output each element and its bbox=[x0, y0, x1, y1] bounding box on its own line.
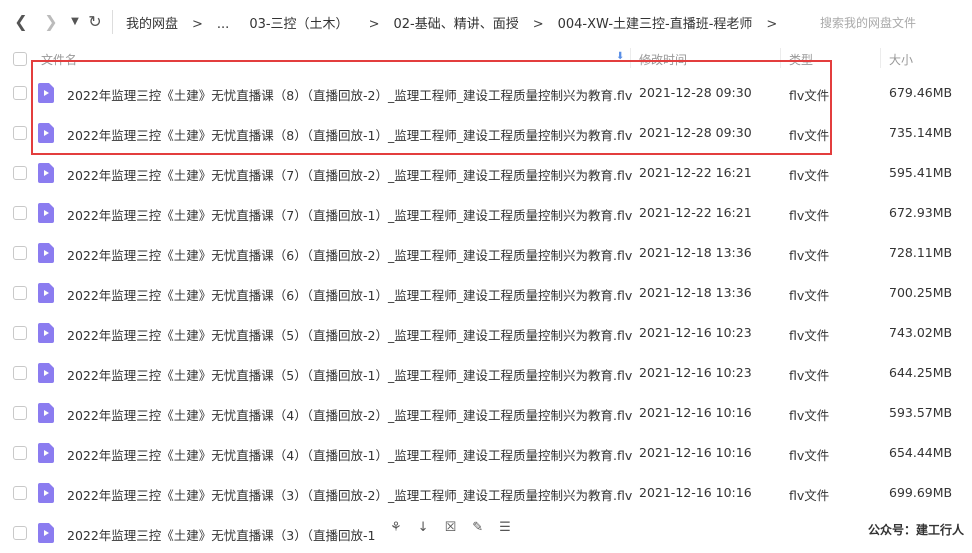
rename-icon[interactable]: ✎ bbox=[472, 520, 483, 536]
video-file-icon bbox=[38, 523, 54, 543]
row-checkbox[interactable] bbox=[13, 526, 27, 540]
table-row[interactable]: 2022年监理三控《土建》无忧直播课（7）（直播回放-2）_监理工程师_建设工程… bbox=[0, 153, 972, 193]
file-type: flv文件 bbox=[789, 208, 830, 223]
file-size: 644.25MB bbox=[889, 365, 953, 380]
video-file-icon bbox=[38, 243, 54, 263]
more-icon[interactable]: ☰ bbox=[499, 520, 511, 536]
file-modified-time: 2021-12-18 13:36 bbox=[639, 245, 752, 260]
breadcrumb-separator: > bbox=[766, 17, 778, 32]
file-size: 699.69MB bbox=[889, 485, 953, 500]
file-size: 735.14MB bbox=[889, 125, 953, 140]
navigation-bar: ❮ ❯ ▼ ↻ 我的网盘 >... 03-三控（土木） >02-基础、精讲、面授 >00… bbox=[0, 0, 972, 44]
file-name[interactable]: 2022年监理三控《土建》无忧直播课（3）（直播回放-1 bbox=[67, 525, 375, 544]
file-size: 679.46MB bbox=[889, 85, 953, 100]
table-row[interactable]: 2022年监理三控《土建》无忧直播课（4）（直播回放-2）_监理工程师_建设工程… bbox=[0, 393, 972, 433]
file-name[interactable]: 2022年监理三控《土建》无忧直播课（6）（直播回放-2）_监理工程师_建设工程… bbox=[67, 245, 632, 264]
file-modified-time: 2021-12-16 10:16 bbox=[639, 445, 752, 460]
file-modified-time: 2021-12-22 16:21 bbox=[639, 165, 752, 180]
history-dropdown-icon[interactable]: ▼ bbox=[64, 10, 86, 32]
refresh-icon[interactable]: ↻ bbox=[84, 10, 106, 32]
table-row[interactable]: 2022年监理三控《土建》无忧直播课（5）（直播回放-2）_监理工程师_建设工程… bbox=[0, 313, 972, 353]
table-row[interactable]: 2022年监理三控《土建》无忧直播课（5）（直播回放-1）_监理工程师_建设工程… bbox=[0, 353, 972, 393]
table-row[interactable]: 2022年监理三控《土建》无忧直播课（7）（直播回放-1）_监理工程师_建设工程… bbox=[0, 193, 972, 233]
file-type: flv文件 bbox=[789, 288, 830, 303]
watermark: 公众号：建工行人 bbox=[868, 523, 965, 537]
row-checkbox[interactable] bbox=[13, 446, 27, 460]
video-file-icon bbox=[38, 483, 54, 503]
forward-icon[interactable]: ❯ bbox=[40, 10, 62, 32]
file-name[interactable]: 2022年监理三控《土建》无忧直播课（5）（直播回放-2）_监理工程师_建设工程… bbox=[67, 325, 632, 344]
file-modified-time: 2021-12-18 13:36 bbox=[639, 285, 752, 300]
video-file-icon bbox=[38, 363, 54, 383]
search-input[interactable]: 搜索我的网盘文件 bbox=[820, 14, 916, 31]
file-type: flv文件 bbox=[789, 168, 830, 183]
file-type: flv文件 bbox=[789, 408, 830, 423]
file-type: flv文件 bbox=[789, 448, 830, 463]
column-divider bbox=[880, 48, 881, 68]
breadcrumb-item-1[interactable]: 03-三控（土木） bbox=[249, 17, 348, 32]
row-checkbox[interactable] bbox=[13, 206, 27, 220]
table-row[interactable]: 2022年监理三控《土建》无忧直播课（6）（直播回放-1）_监理工程师_建设工程… bbox=[0, 273, 972, 313]
breadcrumb-item-root[interactable]: 我的网盘 bbox=[126, 17, 178, 32]
hover-toolbar: ⚘ ↓ ☒ ✎ ☰ bbox=[390, 520, 511, 536]
table-row[interactable]: 2022年监理三控《土建》无忧直播课（6）（直播回放-2）_监理工程师_建设工程… bbox=[0, 233, 972, 273]
breadcrumb-separator: > bbox=[532, 17, 544, 32]
file-size: 743.02MB bbox=[889, 325, 953, 340]
file-modified-time: 2021-12-16 10:16 bbox=[639, 485, 752, 500]
video-file-icon bbox=[38, 323, 54, 343]
breadcrumb-separator: > bbox=[368, 17, 380, 32]
file-modified-time: 2021-12-16 10:23 bbox=[639, 365, 752, 380]
row-checkbox[interactable] bbox=[13, 366, 27, 380]
nav-divider bbox=[112, 10, 113, 34]
file-size: 654.44MB bbox=[889, 445, 953, 460]
breadcrumb-item-ellipsis[interactable]: ... bbox=[217, 17, 229, 32]
share-icon[interactable]: ⚘ bbox=[390, 520, 402, 536]
file-size: 728.11MB bbox=[889, 245, 953, 260]
row-checkbox[interactable] bbox=[13, 486, 27, 500]
file-type: flv文件 bbox=[789, 328, 830, 343]
file-name[interactable]: 2022年监理三控《土建》无忧直播课（4）（直播回放-1）_监理工程师_建设工程… bbox=[67, 445, 632, 464]
row-checkbox[interactable] bbox=[13, 406, 27, 420]
select-all-checkbox[interactable] bbox=[13, 52, 27, 66]
row-checkbox[interactable] bbox=[13, 246, 27, 260]
row-checkbox[interactable] bbox=[13, 286, 27, 300]
row-checkbox[interactable] bbox=[13, 86, 27, 100]
file-name[interactable]: 2022年监理三控《土建》无忧直播课（5）（直播回放-1）_监理工程师_建设工程… bbox=[67, 365, 632, 384]
breadcrumb-item-2[interactable]: 02-基础、精讲、面授 bbox=[393, 17, 518, 32]
download-icon[interactable]: ↓ bbox=[418, 520, 429, 536]
file-modified-time: 2021-12-16 10:16 bbox=[639, 405, 752, 420]
file-size: 595.41MB bbox=[889, 165, 953, 180]
delete-icon[interactable]: ☒ bbox=[445, 520, 457, 536]
file-name[interactable]: 2022年监理三控《土建》无忧直播课（3）（直播回放-2）_监理工程师_建设工程… bbox=[67, 485, 632, 504]
file-name[interactable]: 2022年监理三控《土建》无忧直播课（7）（直播回放-1）_监理工程师_建设工程… bbox=[67, 205, 632, 224]
back-icon[interactable]: ❮ bbox=[10, 10, 32, 32]
file-name[interactable]: 2022年监理三控《土建》无忧直播课（4）（直播回放-2）_监理工程师_建设工程… bbox=[67, 405, 632, 424]
file-name[interactable]: 2022年监理三控《土建》无忧直播课（6）（直播回放-1）_监理工程师_建设工程… bbox=[67, 285, 632, 304]
video-file-icon bbox=[38, 443, 54, 463]
file-type: flv文件 bbox=[789, 488, 830, 503]
table-row[interactable]: 2022年监理三控《土建》无忧直播课（4）（直播回放-1）_监理工程师_建设工程… bbox=[0, 433, 972, 473]
row-checkbox[interactable] bbox=[13, 166, 27, 180]
column-header-size[interactable]: 大小 bbox=[889, 51, 913, 68]
table-row[interactable]: 2022年监理三控《土建》无忧直播课（3）（直播回放-2）_监理工程师_建设工程… bbox=[0, 473, 972, 513]
row-checkbox[interactable] bbox=[13, 326, 27, 340]
file-modified-time: 2021-12-22 16:21 bbox=[639, 205, 752, 220]
breadcrumb-separator: > bbox=[192, 17, 203, 32]
file-type: flv文件 bbox=[789, 248, 830, 263]
breadcrumb: 我的网盘 >... 03-三控（土木） >02-基础、精讲、面授 >004-XW-土建三… bbox=[126, 13, 791, 32]
video-file-icon bbox=[38, 163, 54, 183]
video-file-icon bbox=[38, 403, 54, 423]
breadcrumb-item-3[interactable]: 004-XW-土建三控-直播班-程老师 bbox=[558, 17, 753, 32]
file-size: 593.57MB bbox=[889, 405, 953, 420]
video-file-icon bbox=[38, 203, 54, 223]
video-file-icon bbox=[38, 283, 54, 303]
highlight-box bbox=[31, 60, 832, 155]
file-type: flv文件 bbox=[789, 368, 830, 383]
file-name[interactable]: 2022年监理三控《土建》无忧直播课（7）（直播回放-2）_监理工程师_建设工程… bbox=[67, 165, 632, 184]
file-modified-time: 2021-12-16 10:23 bbox=[639, 325, 752, 340]
row-checkbox[interactable] bbox=[13, 126, 27, 140]
file-size: 672.93MB bbox=[889, 205, 953, 220]
file-size: 700.25MB bbox=[889, 285, 953, 300]
